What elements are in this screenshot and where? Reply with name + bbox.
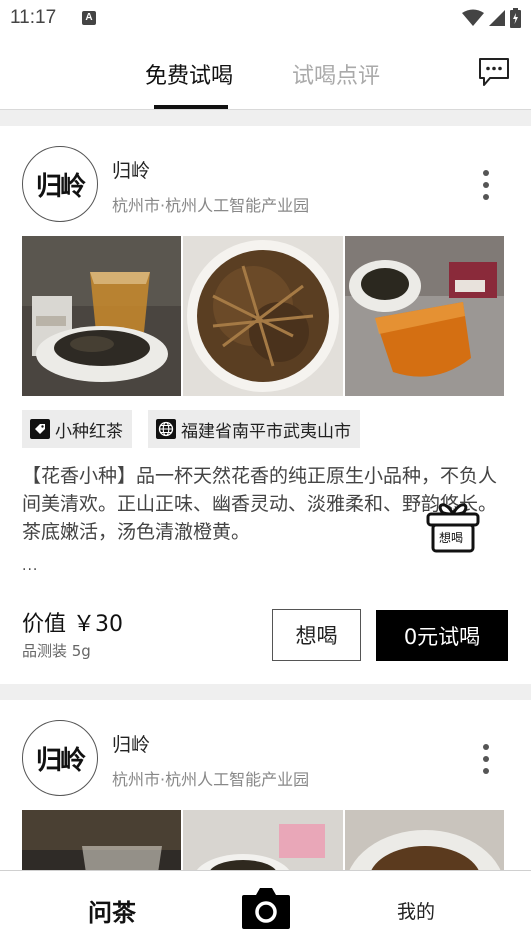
notification-icon: A [82,11,96,25]
origin-label: 福建省南平市武夷山市 [181,421,351,442]
status-bar: 11:17 A [0,0,531,36]
top-tab-bar: 免费试喝 试喝点评 [0,36,531,110]
description-ellipsis: ... [22,558,39,574]
tea-photo-1[interactable] [22,236,182,396]
shop-name[interactable]: 归岭 [112,730,150,757]
photo-gallery [22,236,504,396]
tea-type-tag[interactable]: 小种红茶 [22,410,132,448]
shop-location: 杭州市·杭州人工智能产业园 [112,196,310,215]
shop-avatar[interactable]: 归岭 [22,720,98,796]
more-options-icon[interactable] [478,170,494,200]
tea-photo-3[interactable] [344,236,504,396]
tea-photo-2[interactable] [183,810,343,870]
bottom-nav: 问茶 我的 [0,870,531,945]
tea-photo-2[interactable] [183,236,343,396]
chat-bubble-icon[interactable] [477,56,511,88]
photo-gallery [22,810,504,870]
shop-location: 杭州市·杭州人工智能产业园 [112,770,310,789]
tea-post-card: 归岭 归岭 杭州市·杭州人工智能产业园 [0,126,531,684]
nav-mine[interactable]: 我的 [397,897,435,924]
screen: 11:17 A 免费试喝 试喝点评 归岭 归岭 杭州市·杭州人工智能产业园 小种… [0,0,531,945]
active-tab-indicator [154,105,228,109]
origin-tag[interactable]: 福建省南平市武夷山市 [148,410,360,448]
tea-price: 价值 ￥30 [22,612,123,637]
tea-post-card: 归岭 归岭 杭州市·杭州人工智能产业园 [0,700,531,870]
wifi-icon [462,9,484,26]
status-time: 11:17 [10,7,57,28]
want-button[interactable]: 想喝 [272,609,361,661]
tag-icon [30,419,50,439]
signal-icon [489,10,505,26]
gift-label: 想喝 [439,531,464,545]
gift-icon [426,503,480,553]
want-gift-button[interactable]: 想喝 [424,498,482,556]
status-indicators [462,8,521,28]
tea-spec: 品测装 5g [22,642,91,660]
tab-free-trial[interactable]: 免费试喝 [145,58,233,90]
globe-icon [156,419,176,439]
nav-ask-tea[interactable]: 问茶 [88,893,136,928]
battery-icon [510,8,521,28]
tea-photo-1[interactable] [22,810,182,870]
shop-name[interactable]: 归岭 [112,156,150,183]
shop-avatar[interactable]: 归岭 [22,146,98,222]
free-trial-button[interactable]: 0元试喝 [376,610,508,661]
tab-trial-reviews[interactable]: 试喝点评 [292,58,380,90]
camera-icon[interactable] [240,885,292,931]
tea-photo-3[interactable] [344,810,504,870]
more-options-icon[interactable] [478,744,494,774]
tea-type-label: 小种红茶 [55,421,123,442]
